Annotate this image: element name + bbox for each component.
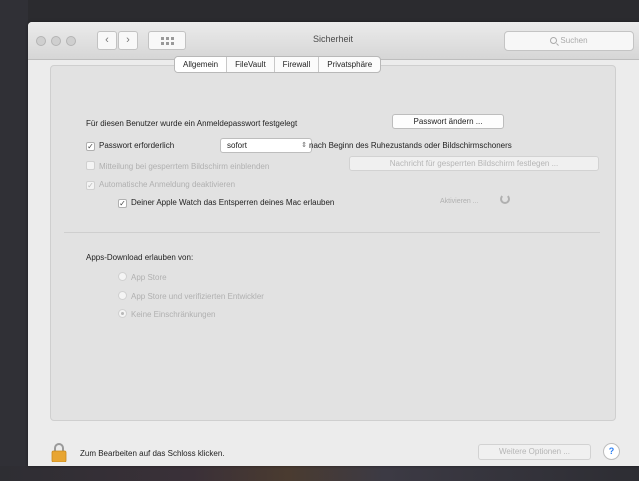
lock-text: Zum Bearbeiten auf das Schloss klicken. <box>80 449 225 458</box>
desktop-background <box>0 0 28 481</box>
disable-autologin-checkbox[interactable]: ✓ <box>86 181 95 190</box>
apple-watch-checkbox[interactable]: ✓ <box>118 199 127 208</box>
close-window-button[interactable] <box>36 36 46 46</box>
download-option-verified[interactable]: App Store und verifizierten Entwickler <box>118 291 264 301</box>
tab-privatsphaere[interactable]: Privatsphäre <box>319 57 380 72</box>
activate-label: Aktivieren ... <box>440 198 479 205</box>
forward-button[interactable]: › <box>118 31 138 50</box>
apple-watch-row: ✓ Deiner Apple Watch das Entsperren deine… <box>118 198 334 208</box>
section-divider <box>64 232 600 233</box>
radio-app-store[interactable] <box>118 272 127 281</box>
search-input[interactable]: Suchen <box>504 31 634 51</box>
disable-autologin-row: ✓ Automatische Anmeldung deaktivieren <box>86 180 235 190</box>
tab-firewall[interactable]: Firewall <box>275 57 320 72</box>
select-arrows-icon: ⇕ <box>301 142 307 149</box>
set-message-button[interactable]: Nachricht für gesperrten Bildschirm fest… <box>349 156 599 171</box>
download-option-anywhere[interactable]: Keine Einschränkungen <box>118 309 216 319</box>
change-password-button[interactable]: Passwort ändern ... <box>392 114 504 129</box>
require-password-select[interactable]: sofort ⇕ <box>220 138 312 153</box>
radio-anywhere[interactable] <box>118 309 127 318</box>
help-button[interactable]: ? <box>603 443 620 460</box>
downloads-heading: Apps-Download erlauben von: <box>86 253 194 262</box>
show-all-button[interactable] <box>148 31 186 50</box>
apple-watch-label: Deiner Apple Watch das Entsperren deines… <box>131 198 335 207</box>
disable-autologin-label: Automatische Anmeldung deaktivieren <box>99 180 236 189</box>
loading-spinner-icon <box>500 194 510 204</box>
require-password-suffix: nach Beginn des Ruhezustands oder Bildsc… <box>309 141 512 150</box>
show-message-row: Mitteilung bei gesperrtem Bildschirm ein… <box>86 161 269 171</box>
zoom-window-button[interactable] <box>66 36 76 46</box>
dock-area <box>0 466 639 481</box>
back-button[interactable]: ‹ <box>97 31 117 50</box>
tab-bar: Allgemein FileVault Firewall Privatsphär… <box>174 56 382 73</box>
tab-filevault[interactable]: FileVault <box>227 57 275 72</box>
search-icon <box>550 37 558 44</box>
window-title: Sicherheit <box>312 34 354 44</box>
download-option-label: Keine Einschränkungen <box>131 310 216 319</box>
more-options-button[interactable]: Weitere Optionen ... <box>478 444 591 460</box>
show-message-label: Mitteilung bei gesperrtem Bildschirm ein… <box>99 162 270 171</box>
tab-allgemein[interactable]: Allgemein <box>175 57 228 72</box>
password-set-text: Für diesen Benutzer wurde ein Anmeldepas… <box>86 119 298 128</box>
download-option-label: App Store und verifizierten Entwickler <box>131 292 264 301</box>
title-bar: ‹ › Sicherheit Suchen <box>28 22 639 60</box>
grid-icon <box>161 37 174 45</box>
download-option-label: App Store <box>131 273 167 282</box>
radio-verified[interactable] <box>118 291 127 300</box>
download-option-app-store[interactable]: App Store <box>118 272 167 282</box>
require-password-label: Passwort erforderlich <box>99 141 175 150</box>
require-password-value: sofort <box>227 141 248 150</box>
minimize-window-button[interactable] <box>51 36 61 46</box>
search-placeholder: Suchen <box>560 36 588 45</box>
require-password-row: ✓ Passwort erforderlich <box>86 141 174 151</box>
lock-icon[interactable] <box>51 442 67 462</box>
require-password-checkbox[interactable]: ✓ <box>86 142 95 151</box>
show-message-checkbox[interactable] <box>86 161 95 170</box>
